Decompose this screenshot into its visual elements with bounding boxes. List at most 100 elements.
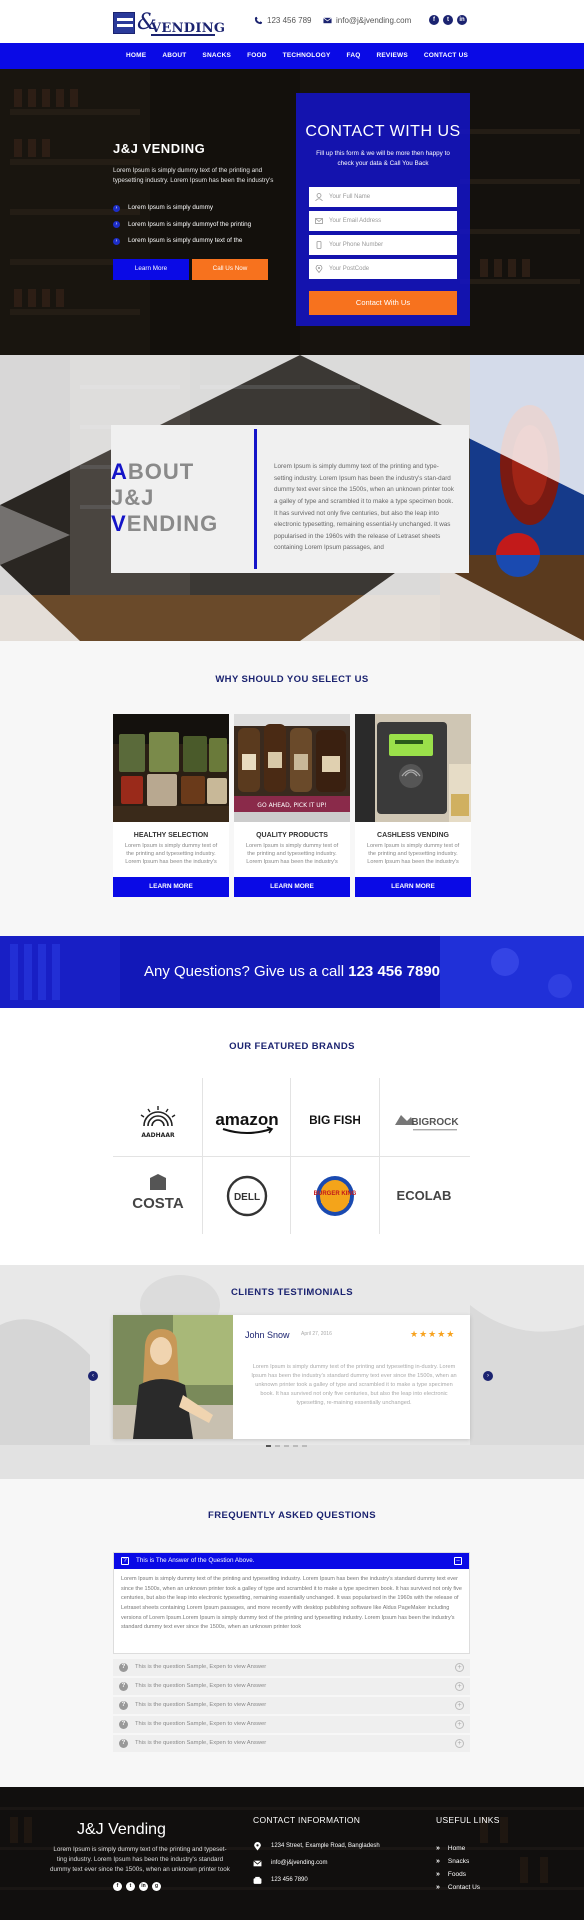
faq-item[interactable]: ? This is the question Sample, Expen to v… [113,1678,470,1695]
nav-food[interactable]: FOOD [247,51,267,60]
carousel-dot[interactable] [302,1445,307,1447]
faq-expanded-question: This is The Answer of the Question Above… [136,1556,255,1564]
next-arrow-icon[interactable]: › [483,1371,493,1381]
about-section: ABOUT J&J VENDING Lorem Ipsum is simply … [0,355,584,641]
question-icon: ? [121,1557,129,1565]
footer-link-label: Home [447,1845,466,1853]
learn-more-button[interactable]: LEARN MORE [113,877,229,897]
expand-icon[interactable]: + [455,1720,464,1729]
question-icon: ? [119,1720,128,1729]
google-plus-icon[interactable]: g [152,1882,161,1891]
contact-form: CONTACT WITH US Fill up this form & we w… [296,93,470,326]
footer-address: 1234 Street, Example Road, Bangladesh [253,1842,380,1851]
testimonial-text: Lorem Ipsum is simply dummy text of the … [251,1364,457,1406]
carousel-dot[interactable] [266,1445,271,1447]
dell-logo-text: DELL [233,1192,259,1203]
phone-icon [315,241,323,249]
footer-link-contact-us[interactable]: » Contact Us [436,1883,480,1893]
ecolab-logo: ECOLAB [396,1188,451,1203]
faq-item[interactable]: ? This is the question Sample, Expen to v… [113,1697,470,1714]
quality-products-image: GO AHEAD, PICK IT UP! [234,714,350,822]
footer-email[interactable]: info@j&jvending.com [253,1859,327,1868]
hero-learn-more-button[interactable]: Learn More [113,259,189,280]
learn-more-button[interactable]: LEARN MORE [355,877,471,897]
testimonials-section: CLIENTS TESTIMONIALS John Snow April 27,… [0,1265,584,1479]
brands-section: OUR FEATURED BRANDS AADHAAR amazon BIG F… [0,1008,584,1265]
question-icon: ? [119,1701,128,1710]
footer-link-home[interactable]: » Home [436,1844,465,1854]
postcode-placeholder: Your PostCode [329,265,370,272]
faq-item[interactable]: ? This is the question Sample, Expen to v… [113,1716,470,1733]
carousel-dot[interactable] [284,1445,289,1447]
brand-bigrock[interactable]: BIGROCK [379,1087,468,1156]
footer-link-snacks[interactable]: » Snacks [436,1857,469,1867]
cashless-vending-image [355,714,471,822]
faq-expanded-answer: Lorem Ipsum is simply dummy text of the … [121,1576,462,1631]
footer-address-text: 1234 Street, Example Road, Bangladesh [271,1843,380,1850]
carousel-dot[interactable] [293,1445,298,1447]
brand-aadhaar[interactable]: AADHAAR [113,1087,202,1156]
header-social: f t in [429,15,467,25]
why-title: WHY SHOULD YOU SELECT US [215,674,369,685]
instagram-icon[interactable]: in [139,1882,148,1891]
costa-logo: COSTA [132,1173,183,1212]
faq-section: FREQUENTLY ASKED QUESTIONS ? This is The… [0,1479,584,1787]
nav-snacks[interactable]: SNACKS [202,51,231,60]
brand-ecolab[interactable]: ECOLAB [379,1161,468,1230]
brand-burger-king[interactable]: BURGER KING [290,1161,379,1230]
call-band-number[interactable]: 123 456 7890 [348,963,440,980]
brand-costa[interactable]: COSTA [113,1161,202,1230]
feature-card-cashless: CASHLESS VENDING Lorem Ipsum is simply d… [355,714,471,897]
twitter-icon[interactable]: t [443,15,453,25]
previous-arrow-icon[interactable]: ‹ [88,1371,98,1381]
question-icon: ? [119,1682,128,1691]
mail-icon [315,217,323,225]
carousel-dots [266,1445,307,1447]
expand-icon[interactable]: + [455,1682,464,1691]
brand-big-fish[interactable]: BIG FISH [290,1087,379,1156]
facebook-icon[interactable]: f [113,1882,122,1891]
email-input[interactable]: Your Email Address [309,211,457,231]
page: & VENDING 123 456 789 info@j&jvending.co… [0,0,584,1920]
expand-icon[interactable]: + [455,1663,464,1672]
learn-more-button[interactable]: LEARN MORE [234,877,350,897]
nav-about[interactable]: ABOUT [162,51,186,60]
carousel-dot[interactable] [275,1445,280,1447]
header-email[interactable]: info@j&jvending.com [323,15,411,26]
nav-faq[interactable]: FAQ [347,51,361,60]
expand-icon[interactable]: + [455,1701,464,1710]
collapse-icon[interactable]: – [454,1557,462,1565]
header-phone[interactable]: 123 456 789 [254,15,312,26]
postcode-input[interactable]: Your PostCode [309,259,457,279]
header-email-text: info@j&jvending.com [336,16,412,25]
nav-reviews[interactable]: REVIEWS [377,51,408,60]
location-pin-icon [253,1842,262,1851]
nav-home[interactable]: HOME [126,51,146,60]
dell-logo: DELL [226,1175,267,1216]
faq-expanded-header[interactable]: ? This is The Answer of the Question Abo… [114,1553,469,1569]
nav-technology[interactable]: TECHNOLOGY [283,51,331,60]
phone-input[interactable]: Your Phone Number [309,235,457,255]
nav-contact-us[interactable]: CONTACT US [424,51,468,60]
logo[interactable]: & VENDING [113,10,225,36]
footer-link-foods[interactable]: » Foods [436,1870,466,1880]
question-icon: ? [119,1739,128,1748]
twitter-icon[interactable]: t [126,1882,135,1891]
faq-item[interactable]: ? This is the question Sample, Expen to v… [113,1735,470,1752]
logo-underline [151,34,215,36]
instagram-icon[interactable]: in [457,15,467,25]
footer-social: f t in g [113,1882,161,1891]
faq-item[interactable]: ? This is the question Sample, Expen to v… [113,1659,470,1676]
footer-link-label: Snacks [447,1858,470,1866]
facebook-icon[interactable]: f [429,15,439,25]
expand-icon[interactable]: + [455,1739,464,1748]
full-name-input[interactable]: Your Full Name [309,187,457,207]
footer-phone[interactable]: 123 456 7890 [253,1876,308,1885]
brand-dell[interactable]: DELL [202,1161,291,1230]
about-title-line3: ENDING [126,510,219,536]
burger-king-logo: BURGER KING [313,1175,356,1216]
hero-call-us-button[interactable]: Call Us Now [192,259,268,280]
footer-contact-heading: CONTACT INFORMATION [253,1815,361,1825]
contact-submit-button[interactable]: Contact With Us [309,291,457,315]
brand-amazon[interactable]: amazon [202,1087,291,1156]
